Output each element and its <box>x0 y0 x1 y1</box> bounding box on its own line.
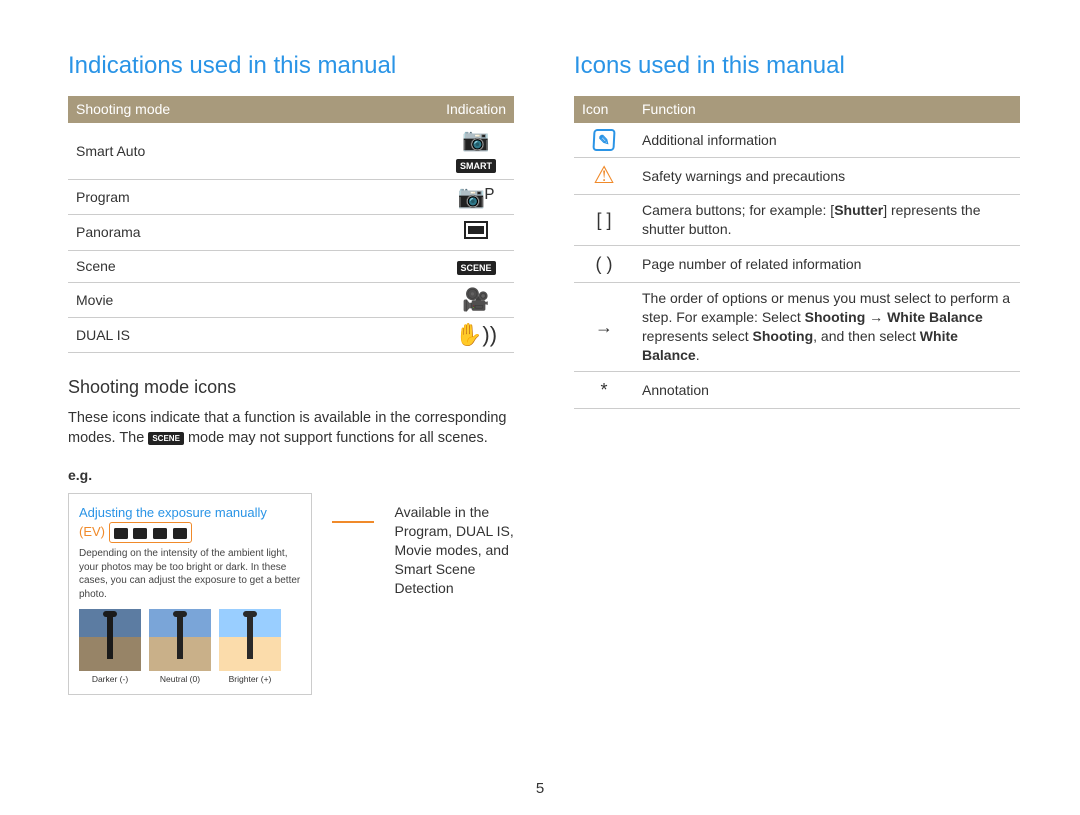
mini-mode-icon <box>114 528 128 539</box>
example-callout: Available in the Program, DUAL IS, Movie… <box>394 493 514 597</box>
mode-label: Program <box>68 180 438 215</box>
mini-mode-icon <box>173 528 187 539</box>
table-row: DUAL IS ✋)) <box>68 318 514 353</box>
parens-icon: ( ) <box>574 246 634 283</box>
fn-text: Additional information <box>634 123 1020 158</box>
fn-text: Safety warnings and precautions <box>634 158 1020 195</box>
table-row: → The order of options or menus you must… <box>574 283 1020 372</box>
fn-text: Annotation <box>634 371 1020 408</box>
th-function: Function <box>634 96 1020 123</box>
mode-label: Scene <box>68 251 438 283</box>
mode-label: Movie <box>68 283 438 318</box>
table-row: Scene SCENE <box>68 251 514 283</box>
brackets-icon: [ ] <box>574 195 634 246</box>
example-block: Adjusting the exposure manually (EV) Dep… <box>68 493 514 695</box>
example-subtitle: (EV) <box>79 522 301 544</box>
example-body: Depending on the intensity of the ambien… <box>79 547 301 601</box>
thumb-neutral: Neutral (0) <box>149 609 211 685</box>
shooting-mode-icons-desc: These icons indicate that a function is … <box>68 409 514 448</box>
warning-icon: ⚠ <box>574 158 634 195</box>
scene-icon: SCENE <box>438 251 514 283</box>
arrow-icon: → <box>574 283 634 372</box>
camera-p-icon: 📷ᴾ <box>438 180 514 215</box>
indications-heading: Indications used in this manual <box>68 50 514 82</box>
asterisk-icon: * <box>574 371 634 408</box>
info-icon: ✎ <box>574 123 634 158</box>
fn-text: Page number of related information <box>634 246 1020 283</box>
table-row: Movie 🎥 <box>68 283 514 318</box>
th-shooting-mode: Shooting mode <box>68 96 438 123</box>
camera-smart-icon: 📷SMART <box>438 123 514 180</box>
example-title: Adjusting the exposure manually <box>79 504 301 522</box>
fn-text: The order of options or menus you must s… <box>634 283 1020 372</box>
thumbnail-caption: Darker (-) <box>79 674 141 685</box>
example-panel: Adjusting the exposure manually (EV) Dep… <box>68 493 312 695</box>
page-number: 5 <box>0 779 1080 799</box>
mode-label: Smart Auto <box>68 123 438 180</box>
table-row: ⚠ Safety warnings and precautions <box>574 158 1020 195</box>
scene-icon: SCENE <box>148 432 184 445</box>
table-row: Program 📷ᴾ <box>68 180 514 215</box>
indications-table: Shooting mode Indication Smart Auto 📷SMA… <box>68 96 514 353</box>
table-row: [ ] Camera buttons; for example: [Shutte… <box>574 195 1020 246</box>
table-row: ( ) Page number of related information <box>574 246 1020 283</box>
example-label: e.g. <box>68 466 514 485</box>
table-row: ✎ Additional information <box>574 123 1020 158</box>
mode-chip-row <box>109 522 192 544</box>
table-row: * Annotation <box>574 371 1020 408</box>
thumbnail-caption: Neutral (0) <box>149 674 211 685</box>
mini-mode-icon <box>133 528 147 539</box>
table-row: Smart Auto 📷SMART <box>68 123 514 180</box>
th-icon: Icon <box>574 96 634 123</box>
callout-connector <box>332 521 374 523</box>
thumb-darker: Darker (-) <box>79 609 141 685</box>
mini-mode-icon <box>153 528 167 539</box>
right-column: Icons used in this manual Icon Function … <box>574 50 1020 695</box>
thumbnail-image <box>219 609 281 671</box>
thumbnail-caption: Brighter (+) <box>219 674 281 685</box>
panorama-icon <box>438 215 514 251</box>
fn-text: Camera buttons; for example: [Shutter] r… <box>634 195 1020 246</box>
thumbnail-image <box>79 609 141 671</box>
dual-is-icon: ✋)) <box>438 318 514 353</box>
table-row: Panorama <box>68 215 514 251</box>
movie-icon: 🎥 <box>438 283 514 318</box>
icons-table: Icon Function ✎ Additional information ⚠… <box>574 96 1020 409</box>
example-thumbs: Darker (-) Neutral (0) Brighter (+) <box>79 609 301 685</box>
th-indication: Indication <box>438 96 514 123</box>
thumb-brighter: Brighter (+) <box>219 609 281 685</box>
thumbnail-image <box>149 609 211 671</box>
shooting-mode-icons-heading: Shooting mode icons <box>68 375 514 399</box>
mode-label: Panorama <box>68 215 438 251</box>
left-column: Indications used in this manual Shooting… <box>68 50 514 695</box>
icons-heading: Icons used in this manual <box>574 50 1020 82</box>
mode-label: DUAL IS <box>68 318 438 353</box>
